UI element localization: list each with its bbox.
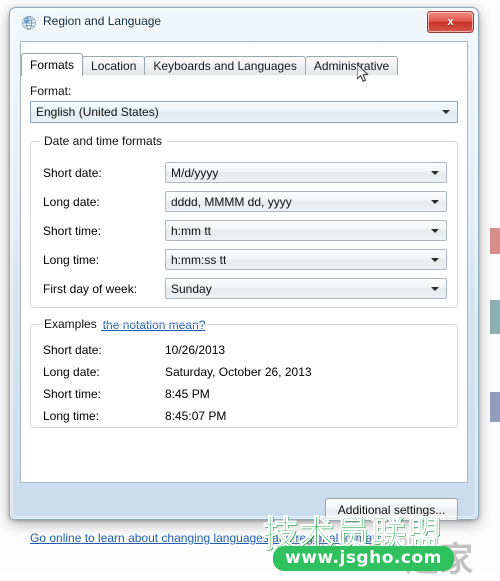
chevron-down-icon xyxy=(431,170,439,175)
close-button[interactable]: x xyxy=(427,11,474,33)
edge-artifact-blue xyxy=(490,392,500,422)
example-short-date-row: Short date: 10/26/2013 xyxy=(43,339,447,360)
edge-artifact-red xyxy=(490,228,500,254)
edge-artifact-teal xyxy=(490,300,500,334)
example-long-date-row: Long date: Saturday, October 26, 2013 xyxy=(43,361,447,382)
example-short-time-row: Short time: 8:45 PM xyxy=(43,383,447,404)
example-long-time-row: Long time: 8:45:07 PM xyxy=(43,405,447,426)
go-online-link[interactable]: Go online to learn about changing langua… xyxy=(30,531,382,545)
first-day-of-week-label: First day of week: xyxy=(43,281,138,296)
chevron-down-icon xyxy=(431,286,439,291)
short-date-row: Short date: M/d/yyyy xyxy=(43,162,447,183)
chevron-down-icon xyxy=(431,257,439,262)
date-and-time-formats-title: Date and time formats xyxy=(40,134,167,148)
long-date-combobox[interactable]: dddd, MMMM dd, yyyy xyxy=(165,191,447,212)
format-combobox-value: English (United States) xyxy=(36,105,159,119)
example-short-date-value: 10/26/2013 xyxy=(165,342,226,357)
chevron-down-icon xyxy=(442,110,450,114)
tab-administrative[interactable]: Administrative xyxy=(304,56,399,75)
formats-page-content: Format: English (United States) Date and… xyxy=(30,84,458,545)
tab-administrative-label: Administrative xyxy=(313,59,390,73)
examples-title: Examples xyxy=(40,317,101,331)
tab-formats[interactable]: Formats xyxy=(21,53,84,76)
short-date-value: M/d/yyyy xyxy=(171,165,219,180)
long-time-combobox[interactable]: h:mm:ss tt xyxy=(165,249,447,270)
format-label: Format: xyxy=(30,84,72,98)
long-date-value: dddd, MMMM dd, yyyy xyxy=(171,194,292,209)
tab-formats-label: Formats xyxy=(30,58,75,72)
short-time-value: h:mm tt xyxy=(171,223,212,238)
example-long-date-label: Long date: xyxy=(43,364,100,379)
long-date-label: Long date: xyxy=(43,194,100,209)
short-time-combobox[interactable]: h:mm tt xyxy=(165,220,447,241)
example-long-time-label: Long time: xyxy=(43,408,100,423)
short-time-row: Short time: h:mm tt xyxy=(43,220,447,241)
example-long-date-value: Saturday, October 26, 2013 xyxy=(165,364,312,379)
examples-group: Examples Short date: 10/26/2013 Long dat… xyxy=(30,317,458,428)
date-and-time-formats-group: Date and time formats Short date: M/d/yy… xyxy=(30,134,458,308)
short-date-label: Short date: xyxy=(43,165,102,180)
example-short-time-value: 8:45 PM xyxy=(165,386,210,401)
region-and-language-dialog: Region and Language x Formats Location K… xyxy=(9,7,479,545)
format-combobox[interactable]: English (United States) xyxy=(30,101,458,123)
short-time-label: Short time: xyxy=(43,223,102,238)
globe-icon xyxy=(21,15,37,31)
first-day-of-week-combobox[interactable]: Sunday xyxy=(165,278,447,299)
tab-keyboards-and-languages-label: Keyboards and Languages xyxy=(153,59,297,73)
chevron-down-icon xyxy=(431,228,439,233)
tab-location[interactable]: Location xyxy=(82,56,146,75)
long-time-value: h:mm:ss tt xyxy=(171,252,227,267)
long-date-row: Long date: dddd, MMMM dd, yyyy xyxy=(43,191,447,212)
first-day-of-week-value: Sunday xyxy=(171,281,212,296)
tab-strip: Formats Location Keyboards and Languages… xyxy=(21,52,399,76)
tab-location-label: Location xyxy=(91,59,137,73)
tab-keyboards-and-languages[interactable]: Keyboards and Languages xyxy=(144,56,306,75)
chevron-down-icon xyxy=(431,199,439,204)
first-day-of-week-row: First day of week: Sunday xyxy=(43,278,447,299)
long-time-row: Long time: h:mm:ss tt xyxy=(43,249,447,270)
additional-settings-button[interactable]: Additional settings... xyxy=(325,498,458,521)
example-short-date-label: Short date: xyxy=(43,342,102,357)
example-short-time-label: Short time: xyxy=(43,386,102,401)
short-date-combobox[interactable]: M/d/yyyy xyxy=(165,162,447,183)
close-icon: x xyxy=(447,15,454,28)
title-bar[interactable]: Region and Language x xyxy=(10,8,478,38)
long-time-label: Long time: xyxy=(43,252,100,267)
example-long-time-value: 8:45:07 PM xyxy=(165,408,227,423)
window-title: Region and Language xyxy=(43,14,162,28)
